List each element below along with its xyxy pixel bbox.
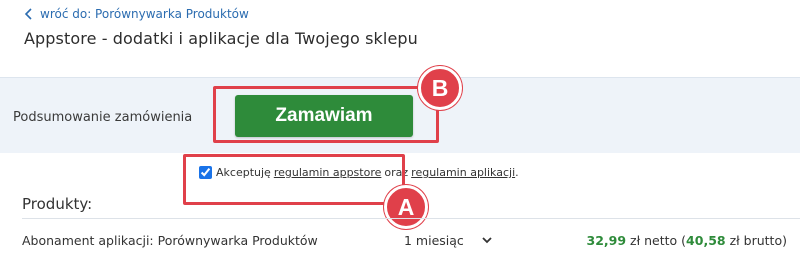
net-price-suffix: zł netto ( (630, 233, 687, 248)
page-title: Appstore - dodatki i aplikacje dla Twoje… (24, 29, 418, 48)
callout-a-highlight (183, 154, 405, 205)
app-terms-link[interactable]: regulamin aplikacji (411, 166, 515, 179)
back-link-label: wróć do: Porównywarka Produktów (40, 7, 249, 21)
gross-price-amount: 40,58 (686, 233, 726, 248)
products-heading: Produkty: (22, 195, 93, 213)
callout-a-badge: A (384, 185, 428, 229)
callout-b-highlight (213, 86, 439, 143)
product-row: Abonament aplikacji: Porównywarka Produk… (0, 228, 800, 254)
chevron-left-icon (24, 8, 32, 20)
gross-price-suffix: zł brutto) (729, 233, 787, 248)
products-divider (22, 218, 800, 219)
terms-suffix: . (515, 166, 519, 179)
product-name: Abonament aplikacji: Porównywarka Produk… (22, 233, 318, 248)
page-header: wróć do: Porównywarka Produktów Appstore… (0, 0, 800, 78)
period-selected-value: 1 miesiąc (404, 232, 464, 248)
chevron-down-icon (482, 237, 492, 244)
net-price-amount: 32,99 (586, 233, 627, 248)
order-summary-label: Podsumowanie zamówienia (13, 110, 193, 125)
callout-b-badge: B (418, 66, 462, 110)
back-link[interactable]: wróć do: Porównywarka Produktów (24, 7, 249, 21)
subscription-period-select[interactable]: 1 miesiąc (398, 229, 498, 251)
product-price: 32,99 zł netto (40,58 zł brutto) (587, 233, 787, 248)
